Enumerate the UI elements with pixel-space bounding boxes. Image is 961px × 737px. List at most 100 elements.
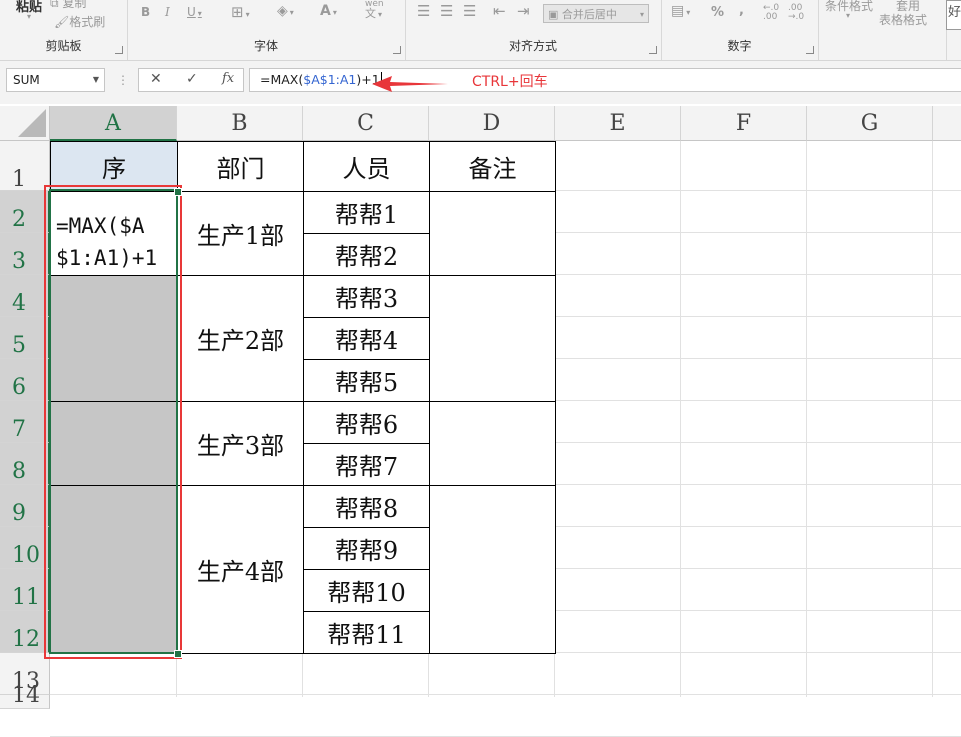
copy-button[interactable]: ⧉ 复制 [50,0,86,11]
formula-bar-resize-handle[interactable]: ⋮ [117,73,129,87]
person-cell[interactable]: 帮帮11 [303,611,430,654]
merge-center-button[interactable]: ▣ 合并后居中 ▾ [543,4,649,23]
column-header-d[interactable]: D [429,106,555,141]
header-person[interactable]: 人员 [303,141,430,192]
fill-handle[interactable] [174,650,182,658]
row-number: 2 [12,207,26,232]
annotation-arrow-icon [372,76,448,92]
decrease-indent-icon[interactable]: ⇤ [493,2,506,20]
formula-input[interactable]: =MAX($A$1:A1)+1 [249,68,961,92]
gridline-v [680,141,681,697]
clipboard-launcher-icon[interactable] [115,46,123,54]
row-header-1[interactable]: 1 [0,141,50,192]
paste-dropdown-icon[interactable]: ▾ [27,12,31,21]
row-header-12[interactable]: 12 [0,611,50,653]
border-button[interactable]: ⊞ ▾ [231,3,250,21]
person-cell[interactable]: 帮帮6 [303,401,430,444]
column-header-b[interactable]: B [177,106,303,141]
bold-button[interactable]: B [141,5,150,19]
column-header-f[interactable]: F [681,106,807,141]
person-cell[interactable]: 帮帮5 [303,359,430,402]
table-format-label: 表格格式 [879,13,928,27]
row-header-2[interactable]: 2 [0,191,50,233]
person-cell[interactable]: 帮帮10 [303,569,430,612]
ribbon: 粘贴 ⧉ 复制 🖌格式刷 ▾ 剪贴板 B I U ▾ ⊞ ▾ ◈ ▾ A ▾ wén 文 ▾… [0,0,961,61]
font-launcher-icon[interactable] [393,46,401,54]
select-all-corner[interactable] [0,106,50,141]
row-header-11[interactable]: 11 [0,569,50,611]
person-cell[interactable]: 帮帮1 [303,191,430,234]
note-cell[interactable] [429,401,556,486]
column-header-c[interactable]: C [303,106,429,141]
person-cell[interactable]: 帮帮9 [303,527,430,570]
cell-style-good-button[interactable]: 好 [946,0,961,30]
header-dept[interactable]: 部门 [177,141,304,192]
column-header-e[interactable]: E [555,106,681,141]
person-cell[interactable]: 帮帮8 [303,485,430,528]
row-number: 12 [12,627,40,652]
note-cell[interactable] [429,275,556,402]
dept-cell[interactable]: 生产4部 [177,485,304,654]
percent-button[interactable]: % [711,5,724,20]
column-header-g[interactable]: G [807,106,933,141]
decrease-decimal-button[interactable]: .00 →.0 [788,4,810,22]
row-number: 11 [12,585,40,610]
row-header-6[interactable]: 6 [0,359,50,401]
align-right-icon[interactable]: ☰ [463,2,476,20]
enter-icon[interactable]: ✓ [186,71,198,87]
row-header-9[interactable]: 9 [0,485,50,527]
clipboard-group: 粘贴 ⧉ 复制 🖌格式刷 ▾ 剪贴板 [0,0,128,60]
column-header-a[interactable]: A [50,106,177,141]
row-header-5[interactable]: 5 [0,317,50,359]
row-number: 14 [12,683,40,708]
header-note[interactable]: 备注 [429,141,556,192]
name-box[interactable]: SUM ▼ [6,68,105,92]
row-number: 10 [12,543,40,568]
comma-button[interactable]: , [739,3,744,18]
row-header-14[interactable]: 14 [0,683,50,709]
person-cell[interactable]: 帮帮2 [303,233,430,276]
increase-decimal-button[interactable]: ←.0 .00 [763,4,785,22]
fill-color-button[interactable]: ◈ ▾ [277,3,294,19]
conditional-dropdown-icon[interactable]: ▾ [846,11,850,20]
number-group: ▤ ▾ % , ←.0 .00 .00 →.0 数字 [661,0,819,60]
number-launcher-icon[interactable] [806,46,814,54]
dept-cell[interactable]: 生产2部 [177,275,304,402]
accounting-format-icon[interactable]: ▤ ▾ [671,3,690,19]
dept-cell[interactable]: 生产1部 [177,191,304,276]
font-color-button[interactable]: A ▾ [320,3,337,19]
row-header-8[interactable]: 8 [0,443,50,485]
person-cell[interactable]: 帮帮4 [303,317,430,360]
font-label: 字体 [253,39,278,53]
fill-handle[interactable] [174,188,182,196]
row-number: 8 [12,459,26,484]
formula-buttons: ✕ ✓ fx [138,68,244,92]
name-box-dropdown-icon[interactable]: ▼ [93,69,99,91]
format-painter-button[interactable]: 🖌格式刷 [54,13,105,30]
row-header-7[interactable]: 7 [0,401,50,443]
phonetic-button[interactable]: wén 文 ▾ [365,0,384,20]
underline-button[interactable]: U ▾ [187,5,202,19]
number-label: 数字 [727,39,752,53]
dept-cell[interactable]: 生产3部 [177,401,304,486]
row-number: 6 [12,375,26,400]
italic-button[interactable]: I [165,5,170,19]
align-center-icon[interactable]: ☰ [440,2,453,20]
cancel-icon[interactable]: ✕ [150,71,162,87]
person-cell[interactable]: 帮帮3 [303,275,430,318]
row-number: 7 [12,417,26,442]
increase-indent-icon[interactable]: ⇥ [517,2,530,20]
row-header-10[interactable]: 10 [0,527,50,569]
gridline-v [806,141,807,697]
row-header-3[interactable]: 3 [0,233,50,275]
styles-group: 条件格式 ▾ 套用 表格格式 [818,0,947,60]
note-cell[interactable] [429,191,556,276]
row-header-4[interactable]: 4 [0,275,50,317]
align-left-icon[interactable]: ☰ [417,2,430,20]
person-cell[interactable]: 帮帮7 [303,443,430,486]
alignment-launcher-icon[interactable] [649,46,657,54]
alignment-label: 对齐方式 [508,39,557,53]
insert-function-icon[interactable]: fx [222,71,234,86]
worksheet-grid[interactable]: ABCDEFG 1 2 3 4 5 6 7 8 9 10 11 12 13 14 序部门 人员 备注 生产1部生… [0,104,961,737]
note-cell[interactable] [429,485,556,654]
